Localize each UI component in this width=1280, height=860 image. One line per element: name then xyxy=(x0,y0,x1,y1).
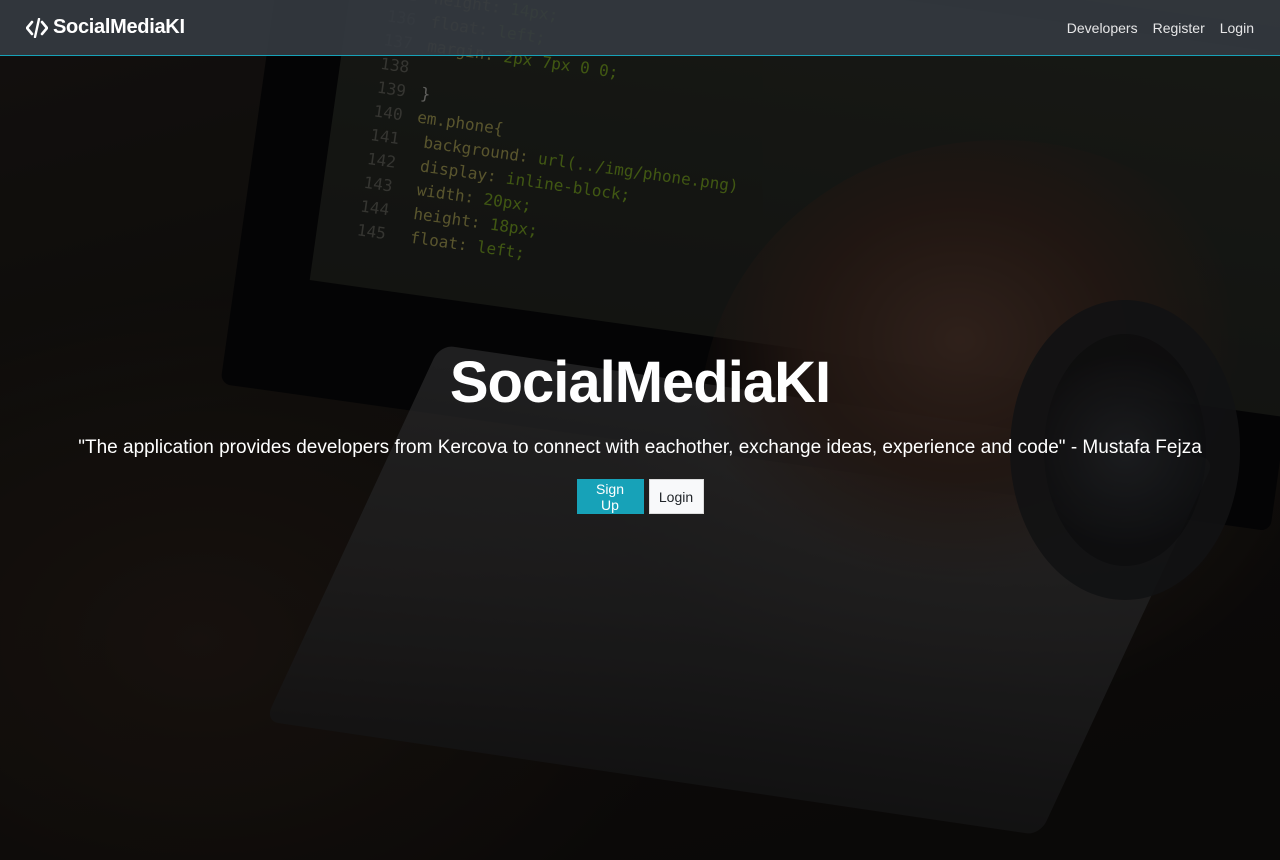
brand-name: SocialMediaKI xyxy=(53,16,185,38)
hero-quote: "The application provides developers fro… xyxy=(78,437,1202,458)
login-button[interactable]: Login xyxy=(648,479,704,514)
signup-button[interactable]: Sign Up xyxy=(576,479,644,514)
nav-link-register[interactable]: Register xyxy=(1153,20,1205,36)
hero-title: SocialMediaKI xyxy=(449,350,831,415)
landing-hero: SocialMediaKI "The application provides … xyxy=(0,350,1280,514)
hero-buttons: Sign Up Login xyxy=(0,479,1280,514)
brand-link[interactable]: SocialMediaKI xyxy=(26,16,185,39)
nav-link-developers[interactable]: Developers xyxy=(1067,20,1138,36)
code-icon xyxy=(26,17,48,38)
nav-links: Developers Register Login xyxy=(1067,20,1254,36)
nav-link-login[interactable]: Login xyxy=(1220,20,1254,36)
navbar: SocialMediaKI Developers Register Login xyxy=(0,0,1280,56)
